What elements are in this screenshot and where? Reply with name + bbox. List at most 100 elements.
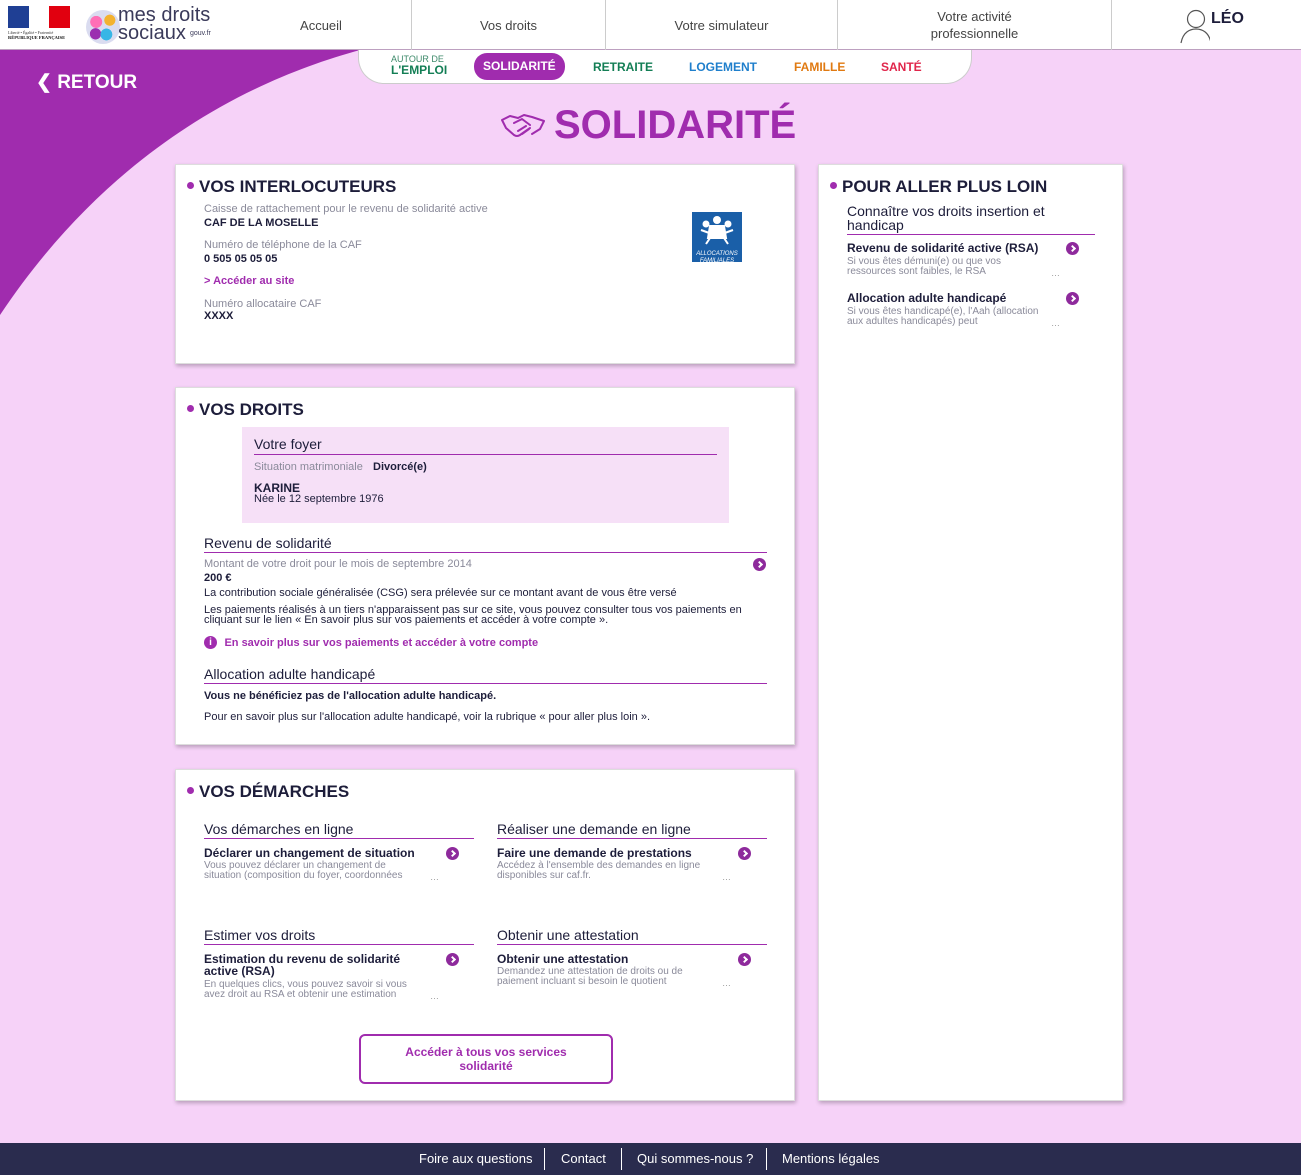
logo-gouv-text: gouv.fr: [190, 30, 211, 37]
tab-emploi-big: L'EMPLOI: [391, 63, 448, 77]
back-link[interactable]: ❮ RETOUR: [36, 71, 137, 94]
nav-votre-simulateur[interactable]: Votre simulateur: [605, 0, 837, 50]
declarer-changement-link[interactable]: Déclarer un changement de situation: [204, 847, 415, 859]
rsa-info-arrow-icon[interactable]: [1066, 242, 1079, 255]
user-account[interactable]: LÉO: [1180, 8, 1290, 44]
mes-droits-sociaux-logo[interactable]: mes droits sociaux gouv.fr: [86, 4, 226, 46]
footer-separator: [544, 1148, 545, 1170]
estimation-rsa-arrow-icon[interactable]: [446, 953, 459, 966]
card-plus-loin-title: POUR ALLER PLUS LOIN: [830, 177, 1047, 197]
tab-sante[interactable]: SANTÉ: [881, 60, 922, 74]
rsa-arrow-icon[interactable]: [753, 558, 766, 571]
card-droits-title: VOS DROITS: [187, 400, 304, 420]
person-birth: Née le 12 septembre 1976: [254, 493, 384, 505]
demande-prestations-link[interactable]: Faire une demande de prestations: [497, 847, 692, 859]
chevron-left-icon: ❮: [36, 72, 52, 93]
aah-info-arrow-icon[interactable]: [1066, 292, 1079, 305]
handshake-icon: [501, 114, 545, 137]
foyer-title: Votre foyer: [254, 436, 322, 452]
card-interlocuteurs-title: VOS INTERLOCUTEURS: [187, 177, 396, 197]
estimer-rule: [204, 944, 474, 945]
aah-info-link[interactable]: Allocation adulte handicapé: [847, 292, 1006, 304]
situation-label: Situation matrimoniale: [254, 461, 363, 473]
plus-loin-subtitle-line2: handicap: [847, 217, 904, 233]
rsa-payments-link-label: En savoir plus sur vos paiements et accé…: [224, 636, 539, 649]
declarer-changement-arrow-icon[interactable]: [446, 847, 459, 860]
tab-logement[interactable]: LOGEMENT: [689, 60, 757, 74]
foyer-box: Votre foyer Situation matrimoniale Divor…: [242, 427, 729, 523]
logo-dots-icon: [86, 10, 120, 44]
tab-retraite[interactable]: RETRAITE: [593, 60, 653, 74]
page-title-text: SOLIDARITÉ: [554, 102, 797, 147]
footer: Foire aux questions Contact Qui sommes-n…: [0, 1143, 1301, 1175]
nav-vos-droits[interactable]: Vos droits: [411, 0, 605, 50]
demande-prestations-arrow-icon[interactable]: [738, 847, 751, 860]
all-services-button[interactable]: Accéder à tous vos services solidarité: [359, 1034, 613, 1084]
estimer-droits-heading: Estimer vos droits: [204, 927, 316, 943]
nav-accueil-label: Accueil: [300, 17, 342, 33]
estimation-rsa-link-line2[interactable]: active (RSA): [204, 965, 275, 977]
caf-logo-text: ALLOCATIONS FAMILIALES: [696, 251, 738, 264]
caf-children-icon: [700, 216, 734, 245]
footer-separator: [766, 1148, 767, 1170]
situation-value: Divorcé(e): [373, 461, 427, 473]
demande-prestations-desc2: disponibles sur caf.fr.: [497, 870, 591, 881]
demarches-en-ligne-heading: Vos démarches en ligne: [204, 821, 354, 837]
ellipsis: …: [722, 872, 731, 882]
info-icon: i: [204, 636, 217, 650]
logo-text-line2: sociaux: [118, 22, 186, 44]
tab-emploi[interactable]: AUTOUR DE L'EMPLOI: [391, 54, 447, 76]
nav-votre-simulateur-label: Votre simulateur: [674, 17, 769, 33]
rsa-title: Revenu de solidarité: [204, 535, 332, 551]
attestation-rule: [497, 944, 767, 945]
republique-francaise-logo[interactable]: Liberté • Égalité • Fraternité RÉPUBLIQU…: [8, 6, 72, 44]
footer-faq-link[interactable]: Foire aux questions: [419, 1151, 532, 1166]
card-plus-loin: POUR ALLER PLUS LOIN Connaître vos droit…: [818, 164, 1123, 1101]
rf-name: RÉPUBLIQUE FRANÇAISE: [8, 35, 66, 40]
obtenir-attestation-arrow-icon[interactable]: [738, 953, 751, 966]
rsa-amount: 200 €: [204, 572, 232, 584]
tab-solidarite[interactable]: SOLIDARITÉ: [474, 53, 565, 80]
alloc-value: XXXX: [204, 310, 234, 322]
nav-accueil[interactable]: Accueil: [232, 0, 410, 50]
footer-legal-link[interactable]: Mentions légales: [782, 1151, 880, 1166]
aah-info-desc2: aux adultes handicapés) peut: [847, 316, 978, 327]
declarer-changement-desc2: situation (composition du foyer, coordon…: [204, 870, 403, 881]
french-flag-icon: [8, 6, 71, 28]
footer-about-link[interactable]: Qui sommes-nous ?: [637, 1151, 753, 1166]
aah-more: Pour en savoir plus sur l'allocation adu…: [204, 711, 651, 723]
obtenir-attestation-link[interactable]: Obtenir une attestation: [497, 953, 628, 965]
user-name: LÉO: [1211, 10, 1244, 27]
back-label: RETOUR: [57, 72, 138, 93]
card-droits-title-text: VOS DROITS: [199, 400, 304, 419]
footer-separator: [621, 1148, 622, 1170]
bullet-icon: [187, 182, 194, 190]
card-plus-loin-title-text: POUR ALLER PLUS LOIN: [842, 177, 1048, 196]
aah-rule: [204, 683, 767, 684]
top-header: Liberté • Égalité • Fraternité RÉPUBLIQU…: [0, 0, 1301, 50]
nav-vos-droits-label: Vos droits: [479, 17, 538, 33]
nav-votre-activite[interactable]: Votre activité professionnelle: [837, 0, 1111, 50]
aah-title: Allocation adulte handicapé: [204, 666, 376, 682]
bullet-icon: [187, 787, 194, 795]
tab-famille[interactable]: FAMILLE: [794, 60, 845, 74]
card-demarches: VOS DÉMARCHES Vos démarches en ligne Déc…: [175, 769, 795, 1101]
rsa-rule: [204, 552, 767, 553]
ellipsis: …: [1051, 268, 1060, 278]
rsa-info-link[interactable]: Revenu de solidarité active (RSA): [847, 242, 1038, 254]
ellipsis: …: [430, 872, 439, 882]
demande-en-ligne-heading: Réaliser une demande en ligne: [497, 821, 691, 837]
caf-site-link[interactable]: > Accéder au site: [204, 275, 294, 287]
page-title: SOLIDARITÉ: [500, 100, 796, 150]
card-interlocuteurs: VOS INTERLOCUTEURS Caisse de rattachemen…: [175, 164, 795, 364]
footer-contact-link[interactable]: Contact: [561, 1151, 606, 1166]
rsa-payments-link[interactable]: i En savoir plus sur vos paiements et ac…: [204, 634, 539, 650]
card-demarches-title-text: VOS DÉMARCHES: [199, 782, 350, 801]
all-services-label-line2: solidarité: [459, 1059, 513, 1073]
card-droits: VOS DROITS Votre foyer Situation matrimo…: [175, 387, 795, 745]
caisse-label: Caisse de rattachement pour le revenu de…: [204, 203, 488, 215]
rsa-amount-label: Montant de votre droit pour le mois de s…: [204, 558, 472, 570]
ellipsis: …: [722, 978, 731, 988]
caf-logo[interactable]: ALLOCATIONS FAMILIALES: [692, 212, 742, 264]
nav-separator: [1111, 0, 1112, 50]
